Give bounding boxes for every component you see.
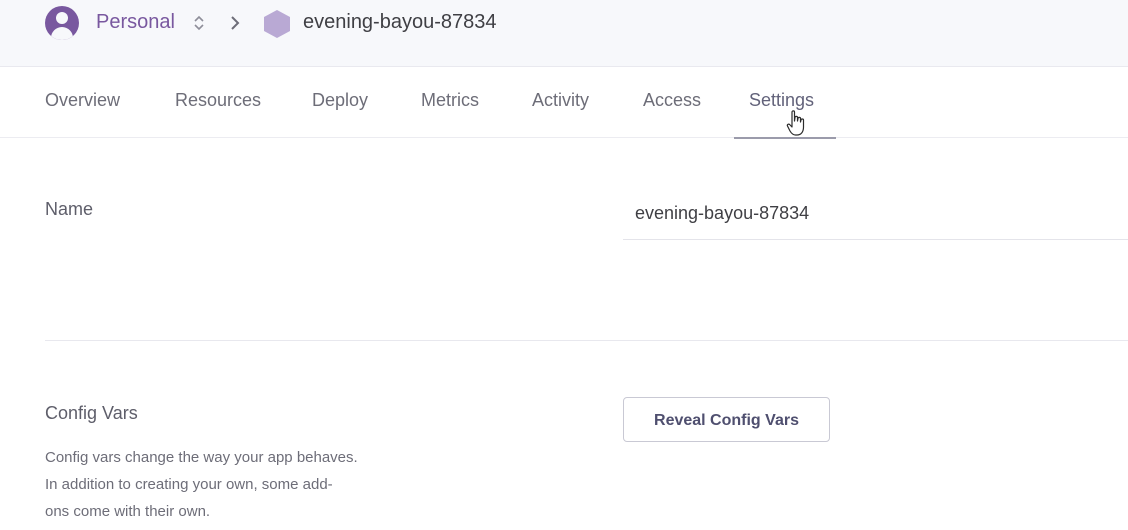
top-bar: Personal evening-bayou-87834 [0, 0, 1128, 67]
tab-settings[interactable]: Settings [749, 90, 814, 111]
tab-metrics[interactable]: Metrics [421, 90, 479, 111]
tab-access[interactable]: Access [643, 90, 701, 111]
config-vars-description: Config vars change the way your app beha… [45, 444, 445, 525]
hexagon-app-icon [264, 10, 290, 38]
tab-overview[interactable]: Overview [45, 90, 120, 111]
tab-deploy[interactable]: Deploy [312, 90, 368, 111]
hand-cursor-icon [786, 110, 805, 136]
active-tab-indicator [734, 137, 836, 139]
config-vars-description-line: In addition to creating your own, some a… [45, 476, 333, 493]
tab-resources[interactable]: Resources [175, 90, 261, 111]
app-name-field[interactable]: evening-bayou-87834 [623, 200, 1128, 240]
config-vars-description-line: Config vars change the way your app beha… [45, 449, 358, 466]
updown-icon[interactable] [192, 14, 206, 32]
name-label: Name [45, 199, 94, 219]
tab-bar: Overview Resources Deploy Metrics Activi… [0, 67, 1128, 139]
config-vars-description-line: ons come with their own. [45, 503, 211, 520]
app-name-breadcrumb[interactable]: evening-bayou-87834 [303, 11, 497, 34]
user-avatar-icon[interactable] [45, 6, 79, 40]
config-vars-title: Config Vars [45, 403, 138, 423]
reveal-config-vars-button[interactable]: Reveal Config Vars [623, 397, 830, 442]
account-switcher[interactable]: Personal [96, 11, 175, 34]
chevron-right-icon [231, 16, 240, 30]
tab-activity[interactable]: Activity [532, 90, 589, 111]
section-divider [45, 340, 1128, 341]
